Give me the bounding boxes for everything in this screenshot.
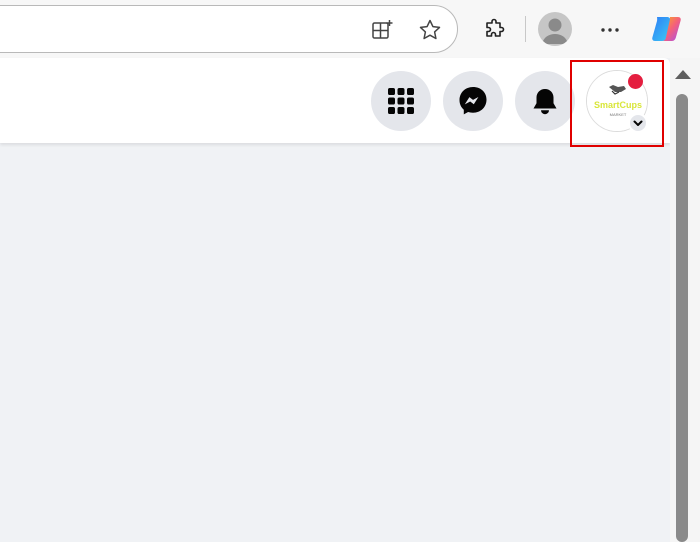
notifications-bell-icon [533, 89, 557, 115]
favorite-star-icon[interactable] [416, 16, 444, 44]
menu-button[interactable] [371, 71, 431, 131]
split-screen-icon[interactable] [368, 16, 396, 44]
scroll-thumb[interactable] [676, 94, 688, 542]
site-header [0, 58, 670, 143]
account-profile-button[interactable]: SmartCups MARKET [586, 70, 648, 133]
menu-grid-icon [388, 88, 414, 114]
browser-toolbar [0, 0, 700, 58]
copilot-icon[interactable] [648, 10, 686, 48]
extensions-icon[interactable] [481, 15, 509, 43]
messenger-icon [459, 87, 487, 115]
notification-dot [628, 74, 643, 89]
toolbar-separator [525, 16, 526, 42]
chevron-down-icon [628, 113, 648, 133]
page-content [0, 58, 670, 542]
scrollbar[interactable] [670, 58, 700, 542]
scroll-up-arrow-icon[interactable] [675, 70, 691, 79]
browser-profile-icon[interactable] [538, 12, 572, 46]
svg-text:MARKET: MARKET [610, 112, 627, 117]
svg-text:SmartCups: SmartCups [594, 100, 642, 110]
messenger-button[interactable] [443, 71, 503, 131]
address-input[interactable] [11, 16, 311, 42]
notifications-button[interactable] [515, 71, 575, 131]
more-options-icon[interactable] [596, 16, 624, 44]
